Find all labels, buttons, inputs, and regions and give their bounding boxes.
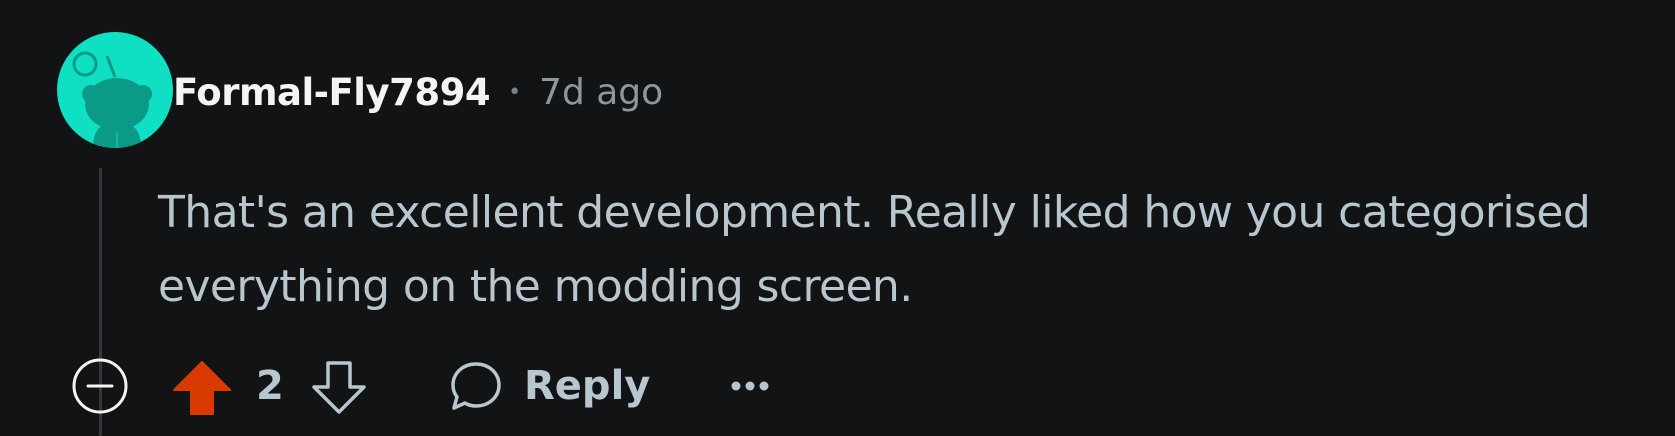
- collapse-circle-minus-icon: [72, 358, 128, 414]
- reply-button[interactable]: Reply: [448, 356, 650, 416]
- username[interactable]: Formal-Fly7894: [173, 71, 491, 114]
- speech-bubble-icon: [451, 362, 501, 410]
- snoo-avatar-icon: [72, 51, 152, 148]
- comment-body: That's an excellent development. Really …: [158, 187, 1591, 312]
- more-dots-icon: [731, 381, 769, 391]
- upvote-arrow-icon: [173, 361, 231, 415]
- upvote-button[interactable]: [170, 356, 234, 420]
- more-options-button[interactable]: [726, 366, 774, 406]
- collapse-button[interactable]: [70, 356, 130, 416]
- vote-count: 2: [256, 363, 284, 409]
- avatar[interactable]: [57, 32, 173, 148]
- comment-header: Formal-Fly7894 • 7d ago: [173, 62, 663, 122]
- downvote-arrow-icon: [312, 361, 366, 414]
- comment: Formal-Fly7894 • 7d ago That's an excell…: [0, 0, 1675, 436]
- downvote-button[interactable]: [308, 356, 370, 418]
- separator-dot: •: [508, 79, 522, 105]
- comment-age[interactable]: 7d ago: [539, 72, 663, 113]
- reply-label: Reply: [524, 363, 651, 409]
